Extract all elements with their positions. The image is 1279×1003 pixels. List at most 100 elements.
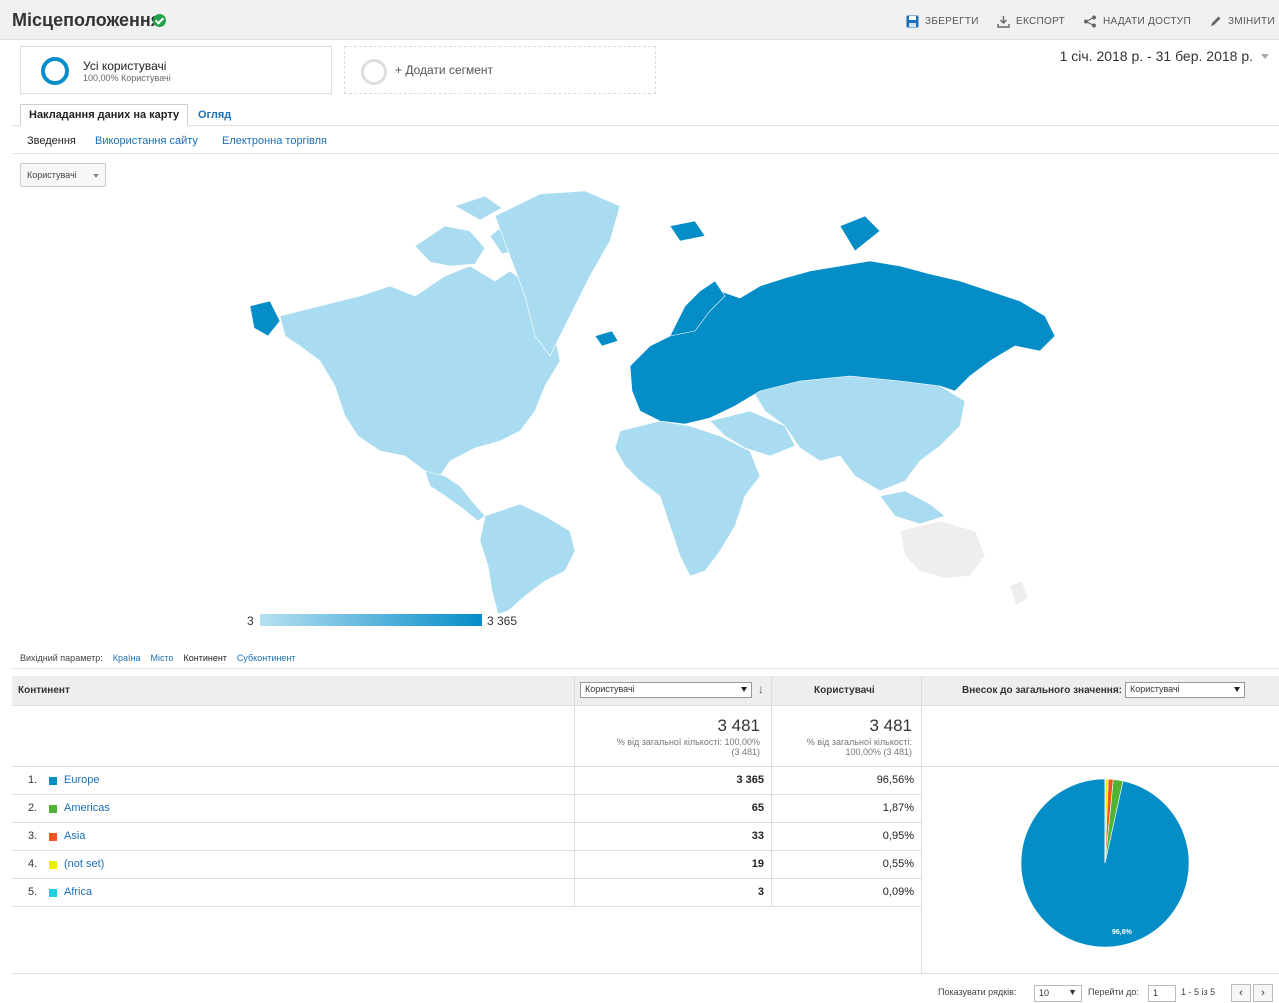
tab-map-overlay[interactable]: Накладання даних на карту	[20, 104, 189, 126]
row-label[interactable]: Asia	[64, 830, 85, 842]
row-label[interactable]: (not set)	[64, 858, 104, 870]
row-percent: 96,56%	[876, 774, 914, 786]
chevron-down-icon	[93, 174, 99, 178]
legend-max: 3 365	[487, 614, 518, 628]
series-color-swatch	[49, 861, 57, 869]
pencil-icon	[1211, 16, 1221, 26]
row-users: 19	[751, 858, 764, 870]
row-number: 1.	[28, 774, 38, 786]
row-users: 3 365	[736, 774, 764, 786]
subtabs-divider	[12, 153, 1279, 154]
row-label[interactable]: Americas	[64, 802, 110, 814]
subtab-site-usage[interactable]: Використання сайту	[95, 135, 198, 147]
verified-icon	[153, 14, 166, 27]
page-title: Місцеположення	[12, 10, 162, 30]
row-number: 5.	[28, 886, 38, 898]
share-button[interactable]: НАДАТИ ДОСТУП	[1083, 15, 1191, 28]
goto-page-input[interactable]: 1	[1148, 985, 1176, 1002]
row-divider	[12, 906, 921, 907]
map-region-iceland	[594, 330, 619, 347]
row-percent: 0,55%	[882, 858, 914, 870]
next-page-button[interactable]: ›	[1253, 984, 1273, 1002]
rows-per-page-value: 10	[1039, 988, 1050, 998]
chevron-down-icon	[1261, 53, 1269, 59]
total-users-value-2: 3 481	[869, 716, 912, 735]
dropdown-arrow-icon: ▼	[1068, 987, 1077, 997]
subtab-summary[interactable]: Зведення	[27, 135, 76, 147]
metric-column-select-label: Користувачі	[585, 684, 635, 694]
table-row[interactable]: 5. Africa 3 0,09%	[12, 884, 921, 902]
goto-page-value: 1	[1153, 988, 1159, 998]
sort-descending-icon[interactable]: ↓	[758, 682, 764, 696]
total-users-count-2: 100,00% (3 481)	[845, 747, 912, 757]
rows-per-page-select[interactable]: 10 ▼	[1034, 985, 1082, 1002]
row-divider	[12, 766, 1279, 767]
dimension-divider	[12, 668, 1279, 669]
table-row[interactable]: 1. Europe 3 365 96,56%	[12, 772, 921, 790]
world-map[interactable]	[240, 186, 1060, 616]
row-number: 4.	[28, 858, 38, 870]
map-region-south-america	[479, 503, 576, 615]
map-region-novaya-zemlya	[839, 215, 881, 252]
map-metric-label: Користувачі	[27, 170, 77, 180]
row-label[interactable]: Africa	[64, 886, 92, 898]
row-users: 33	[751, 830, 764, 842]
tabs-divider	[12, 125, 1279, 126]
column-header-users[interactable]: Користувачі	[814, 685, 875, 696]
row-number: 2.	[28, 802, 38, 814]
row-number: 3.	[28, 830, 38, 842]
prev-page-button[interactable]: ‹	[1231, 984, 1251, 1002]
column-header-continent[interactable]: Континент	[18, 685, 70, 696]
dimension-continent[interactable]: Континент	[183, 653, 226, 663]
map-region-se-asia	[879, 490, 946, 525]
segment-all-users[interactable]: Усі користувачі 100,00% Користувачі	[20, 46, 332, 94]
legend-min: 3	[247, 614, 254, 628]
add-segment-button[interactable]: + Додати сегмент	[344, 46, 656, 94]
row-percent: 0,09%	[882, 886, 914, 898]
contribution-select[interactable]: Користувачі	[1125, 682, 1245, 698]
save-button[interactable]: ЗБЕРЕГТИ	[906, 15, 979, 28]
segment-ring-icon	[41, 57, 69, 85]
map-region-central-america	[424, 470, 486, 522]
row-label[interactable]: Europe	[64, 774, 99, 786]
edit-button[interactable]: ЗМІНИТИ	[1209, 15, 1275, 28]
series-color-swatch	[49, 777, 57, 785]
row-percent: 1,87%	[882, 802, 914, 814]
metric-column-select[interactable]: Користувачі	[580, 682, 752, 698]
date-range-picker[interactable]: 1 січ. 2018 р. - 31 бер. 2018 р.	[1060, 48, 1269, 64]
primary-dimension-bar: Вихідний параметр: Країна Місто Континен…	[20, 653, 295, 663]
dropdown-arrow-icon	[1234, 687, 1240, 692]
segment-title: Усі користувачі	[83, 59, 167, 73]
series-color-swatch	[49, 833, 57, 841]
map-region-svalbard	[669, 220, 706, 242]
empty-ring-icon	[361, 59, 387, 85]
share-label: НАДАТИ ДОСТУП	[1103, 16, 1191, 27]
pie-label: 96,6%	[1112, 929, 1133, 936]
legend-gradient-bar	[260, 614, 482, 626]
row-users: 65	[751, 802, 764, 814]
share-icon	[1084, 15, 1096, 28]
row-divider	[12, 822, 921, 823]
export-button[interactable]: ЕКСПОРТ	[997, 15, 1065, 28]
dimension-subcontinent[interactable]: Субконтинент	[237, 653, 296, 663]
add-segment-label: + Додати сегмент	[395, 63, 494, 77]
map-metric-select[interactable]: Користувачі	[20, 163, 106, 187]
export-label: ЕКСПОРТ	[1016, 16, 1065, 27]
series-color-swatch	[49, 805, 57, 813]
total-users-count: (3 481)	[731, 747, 760, 757]
date-range-label: 1 січ. 2018 р. - 31 бер. 2018 р.	[1059, 48, 1253, 64]
subtab-ecommerce[interactable]: Електронна торгівля	[222, 135, 327, 147]
tab-overview[interactable]: Огляд	[198, 109, 231, 121]
table-row[interactable]: 4. (not set) 19 0,55%	[12, 856, 921, 874]
dimension-country[interactable]: Країна	[113, 653, 141, 663]
map-region-chukotka	[249, 300, 281, 337]
dimension-city[interactable]: Місто	[150, 653, 173, 663]
floppy-icon	[906, 15, 919, 28]
table-row[interactable]: 2. Americas 65 1,87%	[12, 800, 921, 818]
table-row[interactable]: 3. Asia 33 0,95%	[12, 828, 921, 846]
goto-label: Перейти до:	[1088, 987, 1139, 997]
row-divider	[12, 878, 921, 879]
save-label: ЗБЕРЕГТИ	[925, 16, 979, 27]
show-rows-label: Показувати рядків:	[938, 987, 1017, 997]
export-icon	[997, 16, 1010, 28]
